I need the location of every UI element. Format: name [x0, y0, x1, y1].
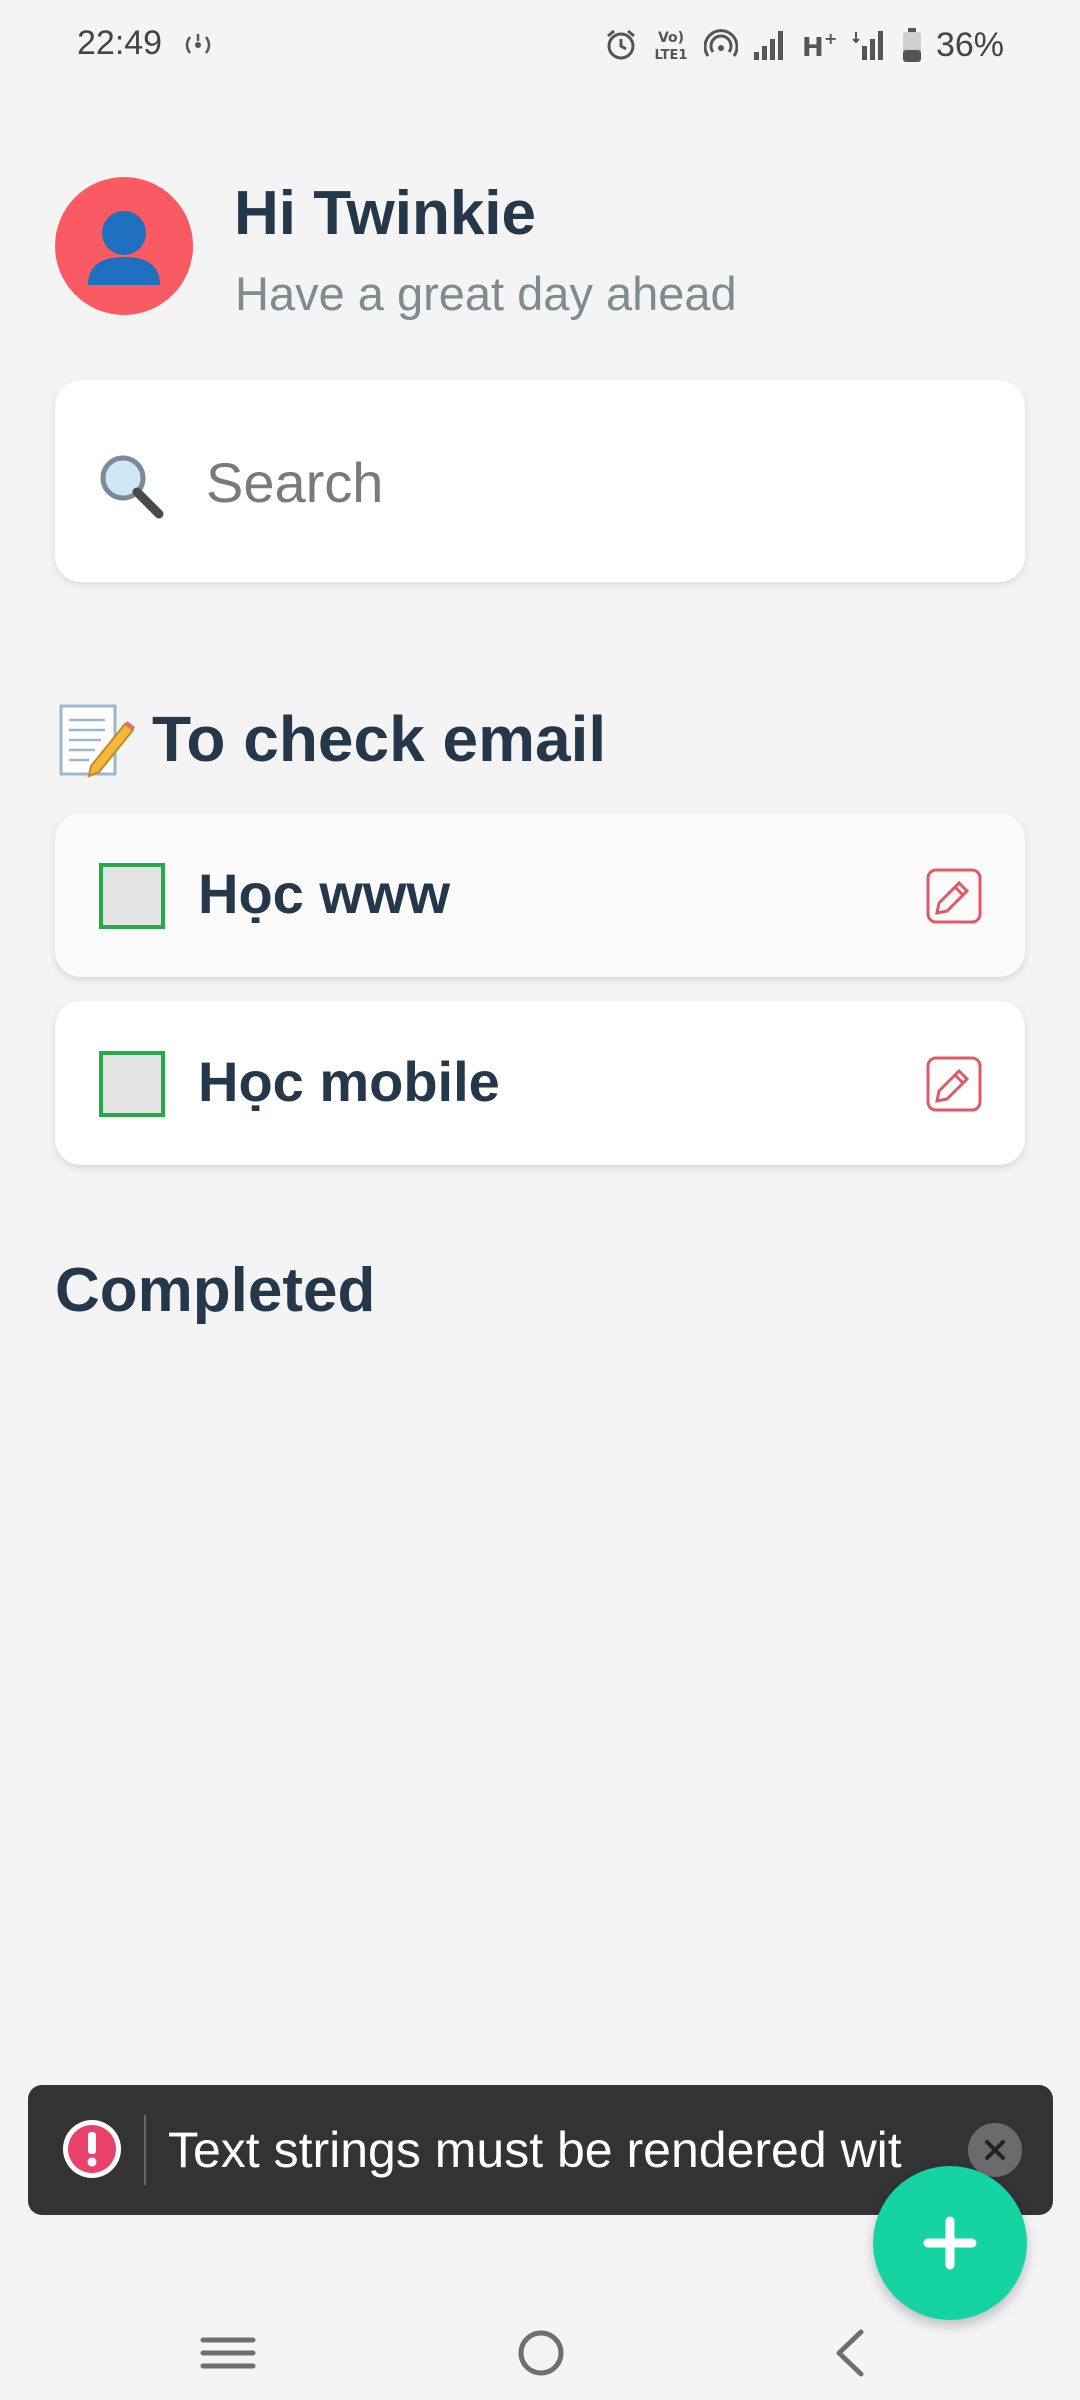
task-checkbox[interactable]	[99, 863, 165, 929]
memo-icon	[59, 704, 135, 778]
status-icons: Vo) LTE1 H + 36%	[604, 22, 1004, 68]
hotspot-icon	[185, 34, 211, 54]
search-placeholder: Search	[206, 451, 384, 514]
alarm-icon	[606, 29, 635, 60]
user-icon	[88, 211, 160, 285]
svg-text:LTE1: LTE1	[654, 48, 687, 63]
greeting-subtitle: Have a great day ahead	[235, 267, 737, 320]
task-card[interactable]: Học mobile	[55, 1001, 1025, 1165]
back-icon[interactable]	[815, 2318, 885, 2388]
battery-icon	[902, 28, 921, 62]
edit-icon[interactable]	[925, 867, 983, 925]
navigation-bar	[0, 2300, 1080, 2400]
status-bar: 22:49 Vo) LTE1 H + 36%	[0, 0, 1080, 90]
signal-icon	[852, 31, 883, 60]
avatar[interactable]	[55, 177, 193, 315]
greeting-title: Hi Twinkie	[234, 179, 537, 248]
toast-divider	[144, 2115, 146, 2185]
svg-text:H: H	[802, 33, 824, 62]
search-icon	[100, 455, 164, 519]
hplus-icon: H +	[802, 29, 837, 62]
svg-text:Vo): Vo)	[658, 30, 684, 46]
task-label: Học www	[198, 862, 451, 925]
signal-icon	[753, 31, 783, 60]
add-task-button[interactable]	[873, 2166, 1027, 2320]
home-icon[interactable]	[506, 2318, 576, 2388]
completed-title: Completed	[55, 1256, 376, 1325]
close-icon	[985, 2140, 1005, 2160]
svg-text:+: +	[824, 29, 837, 48]
task-checkbox[interactable]	[99, 1051, 165, 1117]
task-label: Học mobile	[198, 1050, 500, 1113]
task-card[interactable]: Học www	[55, 813, 1025, 977]
wifi-call-icon	[703, 29, 738, 57]
section-title: To check email	[152, 703, 607, 775]
recents-icon[interactable]	[193, 2318, 263, 2388]
status-time: 22:49	[77, 24, 163, 62]
toast-message: Text strings must be rendered wit	[168, 2122, 902, 2178]
volte-icon: Vo) LTE1	[654, 30, 687, 63]
plus-icon	[923, 2216, 977, 2270]
battery-percentage: 36%	[935, 25, 1004, 64]
toast-close-button[interactable]	[968, 2123, 1022, 2177]
edit-icon[interactable]	[925, 1055, 983, 1113]
search-input[interactable]: Search	[55, 380, 1025, 582]
error-icon	[63, 2120, 121, 2178]
